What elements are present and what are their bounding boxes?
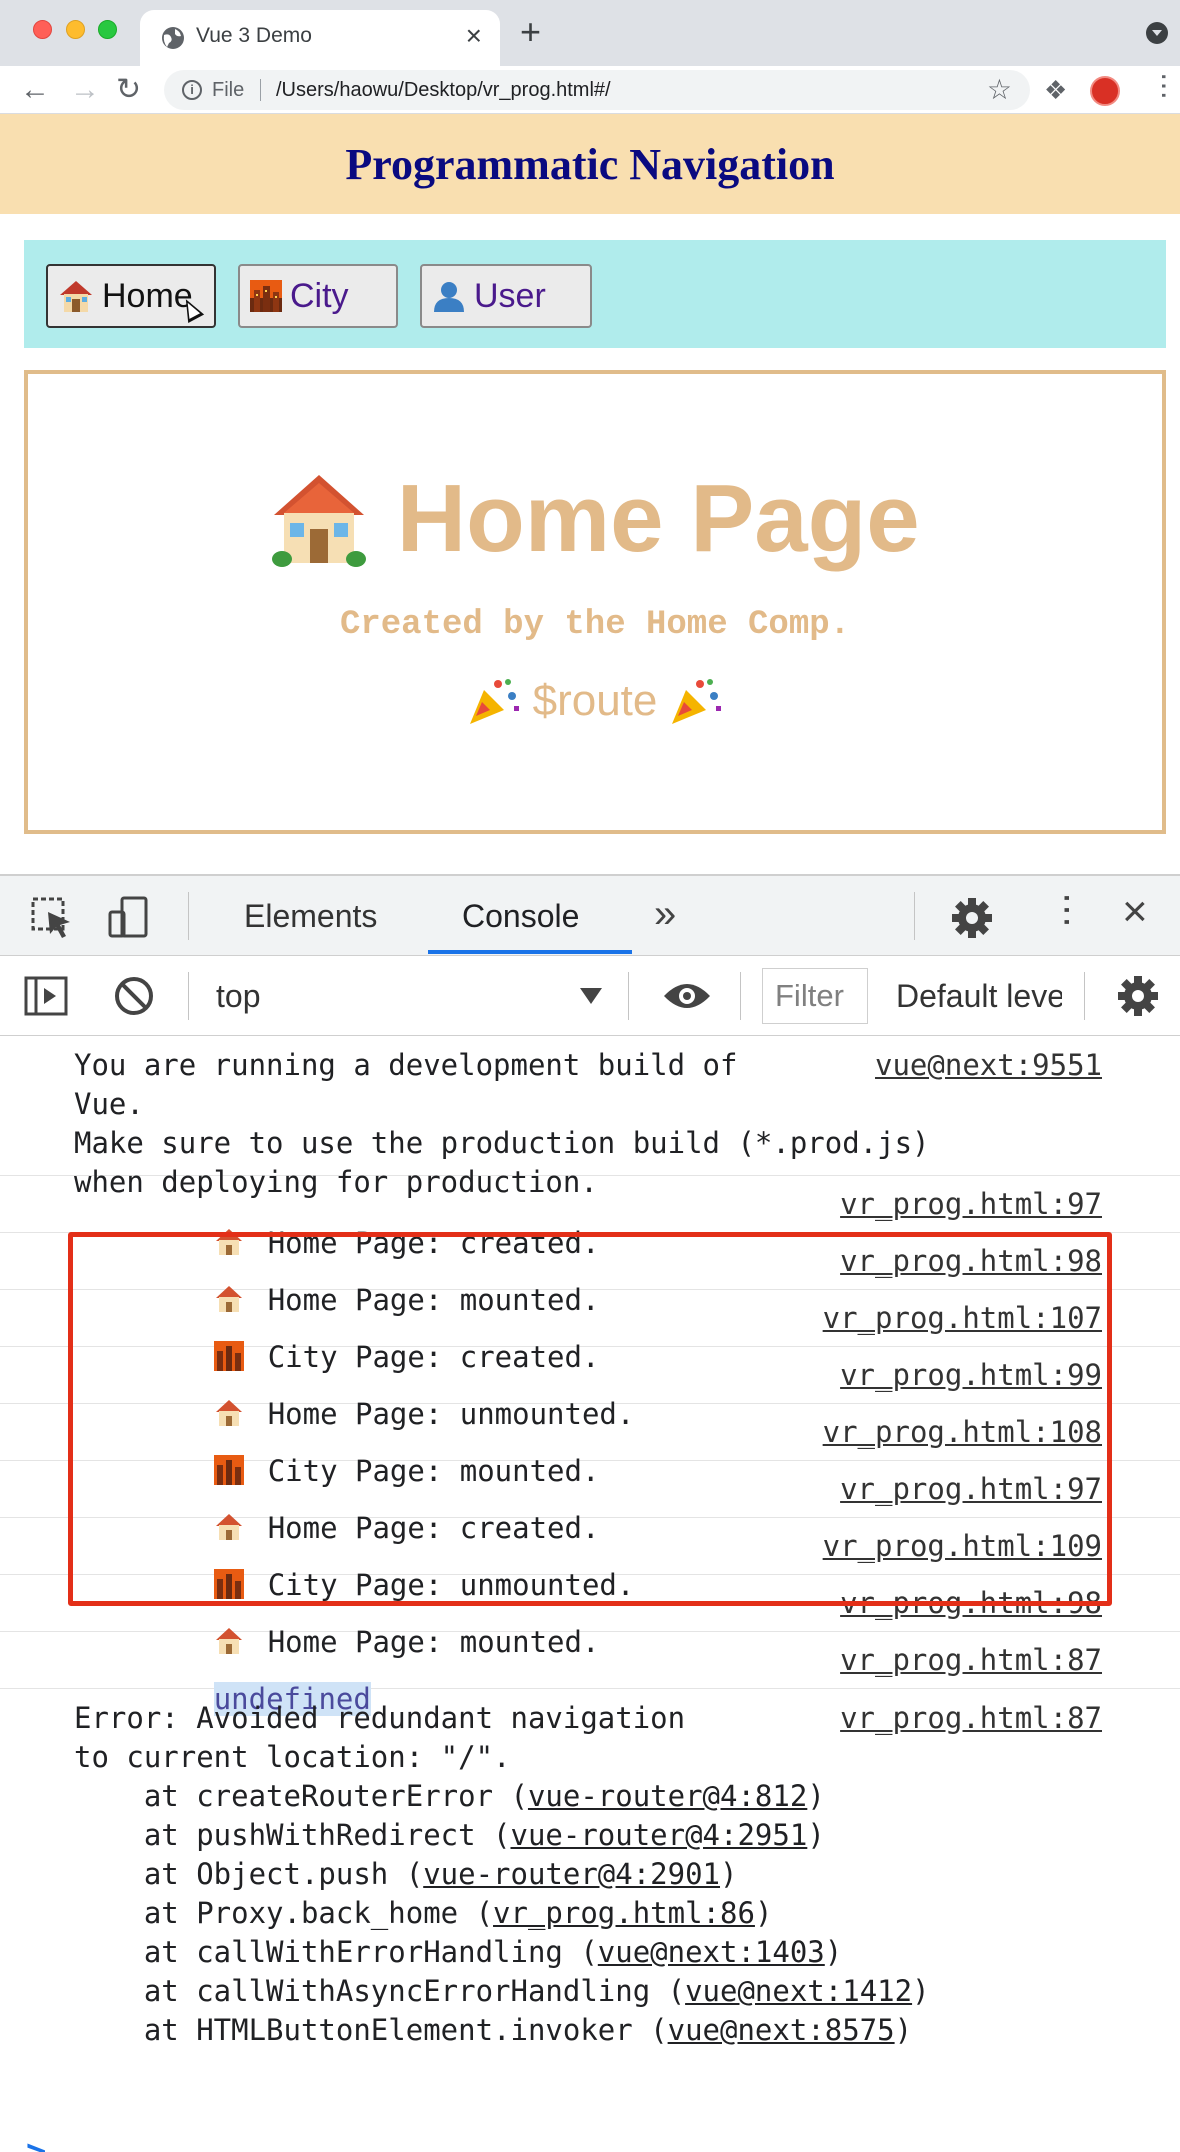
party-popper-icon [671,679,721,724]
tab-elements[interactable]: Elements [244,898,377,935]
stack-frame: at Object.push (vue-router@4:2901) [74,1857,738,1891]
browser-tab[interactable]: Vue 3 Demo × [140,10,500,66]
error-line: Error: Avoided redundant navigation [74,1701,686,1735]
route-text: $route [532,676,658,725]
context-selector[interactable]: top [216,978,260,1015]
console-message: You are running a development build of V… [0,1036,1180,1199]
console-message: Home Page: created. vr_prog.html:97 [0,1176,1180,1260]
error-highlight-frame [68,1232,1112,1606]
gear-icon[interactable] [950,896,994,940]
city-button-label: City [290,276,349,315]
home-button-label: Home [102,276,193,315]
page-title: Programmatic Navigation [345,139,835,189]
message-source-link[interactable]: vr_prog.html:87 [840,1641,1102,1680]
active-tab-indicator [428,950,632,954]
stack-frame-link[interactable]: vue-router@4:2901 [423,1857,720,1891]
toolbar-divider [1084,972,1085,1020]
filter-input[interactable] [762,968,868,1024]
star-icon[interactable]: ☆ [987,74,1012,106]
stack-frame-link[interactable]: vue@next:1403 [598,1935,825,1969]
address-bar[interactable]: i File /Users/haowu/Desktop/vr_prog.html… [164,70,1030,110]
globe-icon [162,27,184,49]
stack-frame-link[interactable]: vue@next:1412 [685,1974,912,2008]
city-icon [250,280,282,312]
clear-console-icon[interactable] [112,974,156,1018]
browser-toolbar: ← → ↻ i File /Users/haowu/Desktop/vr_pro… [0,66,1180,114]
chevron-down-icon[interactable] [580,988,602,1004]
route-line: $route [28,676,1162,726]
tab-close-icon[interactable]: × [466,22,482,50]
error-line: to current location: "/". [74,1740,511,1774]
file-label: File [212,79,245,101]
more-tabs-icon[interactable]: » [654,892,676,936]
stack-frame: at callWithAsyncErrorHandling (vue@next:… [74,1974,930,2008]
log-levels-dropdown[interactable]: Default levels [896,978,1062,1015]
toolbar-divider [188,972,189,1020]
user-button-label: User [474,276,546,315]
devtools-tab-bar: Elements Console » ⋯ × [0,876,1180,956]
message-source-link[interactable]: vr_prog.html:97 [840,1185,1102,1224]
user-button[interactable]: User [420,264,592,328]
city-button[interactable]: City [238,264,398,328]
close-devtools-icon[interactable]: × [1122,890,1148,934]
avatar[interactable] [1090,76,1120,106]
omnibox-divider [260,79,261,101]
tab-strip: Vue 3 Demo × + [0,0,1180,66]
console-settings-gear-icon[interactable] [1116,974,1160,1018]
page-banner: Programmatic Navigation [0,114,1180,214]
puzzle-icon[interactable]: ❖ [1044,74,1067,106]
user-icon [434,282,464,312]
console-prompt-icon[interactable]: > [26,2132,46,2152]
stack-frame-link[interactable]: vue-router@4:812 [528,1779,807,1813]
toolbar-divider [740,972,741,1020]
minimize-window-button[interactable] [66,20,85,39]
device-toolbar-icon[interactable] [108,896,152,940]
sidebar-toggle-icon[interactable] [24,974,68,1018]
console-toolbar: top Default levels [0,956,1180,1036]
stack-frame-link[interactable]: vue@next:8575 [668,2013,895,2047]
tab-divider [914,892,915,940]
maximize-window-button[interactable] [98,20,117,39]
new-tab-button[interactable]: + [520,14,541,50]
eye-icon[interactable] [662,978,712,1014]
page-viewport: Programmatic Navigation Home City User H… [0,114,1180,874]
tab-divider [188,892,189,940]
message-source-link[interactable]: vr_prog.html:87 [840,1699,1102,1738]
toolbar-divider [628,972,629,1020]
stack-frame: at Proxy.back_home (vr_prog.html:86) [74,1896,773,1930]
nav-bar: Home City User [24,240,1166,348]
url-text[interactable]: /Users/haowu/Desktop/vr_prog.html#/ [276,79,611,102]
close-window-button[interactable] [33,20,52,39]
hero-heading: Home Page [28,464,1162,574]
house-icon [272,475,367,567]
forward-arrow-icon[interactable]: → [70,72,100,108]
info-icon[interactable]: i [182,80,202,100]
stack-frame: at HTMLButtonElement.invoker (vue@next:8… [74,2013,913,2047]
message-source-link[interactable]: vue@next:9551 [875,1046,1102,1085]
error-message: Error: Avoided redundant navigation to c… [0,1689,1180,2129]
reload-icon[interactable]: ↻ [116,72,141,108]
stack-frame-link[interactable]: vue-router@4:2951 [511,1818,808,1852]
house-icon [60,281,92,312]
console-message: undefined vr_prog.html:87 [0,1632,1180,1716]
hero-title: Home Page [396,465,920,572]
tab-console[interactable]: Console [462,898,579,935]
stack-frame-link[interactable]: vr_prog.html:86 [493,1896,755,1930]
error-text: Error: Avoided redundant navigation to c… [74,1699,930,2050]
tab-title: Vue 3 Demo [196,24,312,47]
back-arrow-icon[interactable]: ← [20,72,50,108]
router-view: Home Page Created by the Home Comp. $rou… [24,370,1166,834]
component-subtitle: Created by the Home Comp. [339,606,851,644]
tab-search-icon[interactable] [1146,22,1168,44]
stack-frame: at callWithErrorHandling (vue@next:1403) [74,1935,843,1969]
inspect-element-icon[interactable] [30,896,74,940]
kebab-icon[interactable]: ⋯ [1146,72,1180,100]
devtools-menu-icon[interactable]: ⋯ [1048,892,1089,928]
stack-frame: at pushWithRedirect (vue-router@4:2951) [74,1818,825,1852]
party-popper-icon [470,679,520,724]
stack-frame: at createRouterError (vue-router@4:812) [74,1779,825,1813]
